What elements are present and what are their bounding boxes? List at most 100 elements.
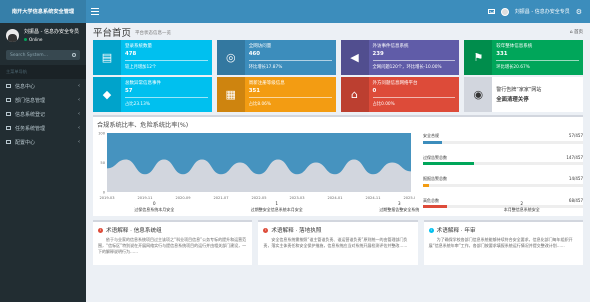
folder-icon <box>6 126 11 130</box>
folder-icon <box>6 84 11 88</box>
breadcrumb[interactable]: ⌂ 首页 <box>570 29 583 35</box>
panel-title-text: 术语解释 · 信息系统组 <box>106 228 162 234</box>
stat-tile[interactable]: ◉ 警行告牌“家家”网站 全面清理关停 <box>464 77 583 112</box>
progress-fill <box>423 183 430 187</box>
chart-footer: 0 过保信息系统本月安全 1 过期整安全信息系统本月安全 3 过期整报告整安全系统 2 本月整… <box>93 202 583 213</box>
search-icon[interactable] <box>72 53 76 57</box>
panel-body-text: 依于与业家的信息系统项目过主该项之“科业项目信息”公务专标的提升和运营范围，“信… <box>98 237 247 254</box>
tile-value: 351 <box>248 88 261 94</box>
stat-tile[interactable]: ▤ 登录系统数量 478 较上月增加12个 <box>93 40 212 75</box>
app-logo[interactable]: 南开大学信息系统安全管理 <box>0 0 86 23</box>
folder-icon <box>6 112 11 116</box>
sidebar-item-info-center[interactable]: 信息中心 ‹ <box>0 79 86 93</box>
stat-value: 14/457 <box>568 176 583 181</box>
footer-stat-label: 过期整报告整安全系统 <box>379 207 420 212</box>
tile-label: 外访事件信息系统 <box>372 44 409 49</box>
tile-body: 警行告牌“家家”网站 全面清理关停 <box>492 77 583 112</box>
info-icon: i <box>428 227 434 233</box>
main-content: 平台首页 平台状态信息一览 ⌂ 首页 ▤ 登录系统数量 478 较上月增加12个 ◎ 全网… <box>86 23 590 302</box>
stat-tile[interactable]: ◆ 总数异常信息事件 57 占比23.13% <box>93 77 212 112</box>
tile-label: 周新注册等级信息 <box>248 81 285 86</box>
x-tick-label: 2019-11 <box>137 196 152 200</box>
tile-footer: 环比增长20.67% <box>496 65 530 71</box>
explanation-panel: i 术语解释 · 年审 为了确保学校各部门信息系统能够持续符合安全要求，信息化部门每… <box>423 220 583 265</box>
x-tick-label: 2024-01 <box>327 196 342 200</box>
folder-icon <box>6 140 11 144</box>
stat-tile[interactable]: ◎ 全网访问量 460 环比增长17.87% <box>216 40 336 75</box>
y-tick-label: 50 <box>100 161 105 165</box>
page-title: 平台首页 <box>93 27 132 39</box>
menu-header: 主菜单导航 <box>0 65 86 79</box>
info-icon: i <box>98 227 103 233</box>
globe-icon: ◎ <box>216 40 245 75</box>
panel-title-text: 术语解释 · 落地执照 <box>271 228 322 234</box>
top-user-name[interactable]: 刘振昌 - 信息办安全专员 <box>515 8 570 15</box>
clipboard-icon: ▤ <box>93 40 121 75</box>
x-tick-label: 2019-03 <box>99 196 114 200</box>
eye-slash-icon: ◉ <box>464 77 493 112</box>
sidebar-item-departments[interactable]: 部门信息管理 ‹ <box>0 93 86 107</box>
chart-title: 合规系统比率、危险系统比率(%) <box>97 122 189 129</box>
sidebar: 刘振昌 - 信息办安全专员 Online Search System... 主菜… <box>0 23 86 302</box>
sidebar-toggle-icon[interactable] <box>91 8 99 15</box>
info-icon: i <box>263 227 269 233</box>
tile-body: 周新注册等级信息 351 占比8.06% <box>245 77 336 112</box>
panel-body-text: 安全信息系统需按照“谁主管谁负责、谁运营谁负责”原则统一的由管理部门负责，落实主… <box>263 237 408 248</box>
tile-progress <box>248 60 332 62</box>
user-panel: 刘振昌 - 信息办安全专员 Online <box>0 23 86 47</box>
footer-stat: 3 过期整报告整安全系统 <box>338 202 461 213</box>
tile-footer: 占比0.00% <box>372 102 395 108</box>
tile-footer: 全网问题120个，环比增长-10.00% <box>372 65 442 71</box>
sidebar-item-label: 信息系统登记 <box>15 111 46 118</box>
sidebar-item-label: 信息中心 <box>15 83 36 90</box>
stat-tile[interactable]: ▦ 周新注册等级信息 351 占比8.06% <box>216 77 336 112</box>
tile-progress <box>125 97 208 99</box>
sidebar-item-tasks[interactable]: 任务系统管理 ‹ <box>0 121 86 135</box>
stat-tile[interactable]: ◀ 外访事件信息系统 239 全网问题120个，环比增长-10.00% <box>340 40 460 75</box>
sidebar-item-config[interactable]: 配置中心 ‹ <box>0 135 86 149</box>
stat-header: 报报告警总数 14/457 <box>423 176 583 182</box>
progress-stat: 过保告警总数 147/457 <box>423 154 583 165</box>
avatar[interactable] <box>500 7 509 16</box>
x-tick-label: 2021-07 <box>213 196 228 200</box>
progress-track <box>423 162 583 165</box>
tile-value: 57 <box>125 88 133 94</box>
tile-label: 外方问题信息网络平台 <box>372 81 418 86</box>
chart-box: 合规系统比率、危险系统比率(%) 0 50 100 2019-03 2019-11 202… <box>93 115 583 216</box>
gear-icon[interactable]: ⚙ <box>576 8 582 16</box>
x-tick-label: 2020-09 <box>175 196 191 200</box>
status-label: Online <box>29 37 43 42</box>
tile-progress <box>248 97 332 99</box>
stat-tile[interactable]: ⚑ 较年整体信息系统 331 环比增长20.67% <box>464 40 583 75</box>
stat-value: 57/457 <box>568 133 583 138</box>
user-avatar <box>6 28 19 42</box>
stat-tile[interactable]: ⌂ 外方问题信息网络平台 0 占比0.00% <box>340 77 460 112</box>
panel-title-text: 术语解释 · 年审 <box>436 228 476 234</box>
panel-title: i 术语解释 · 年审 <box>428 226 578 234</box>
tile-label: 较年整体信息系统 <box>496 44 533 49</box>
mail-icon[interactable] <box>487 9 495 14</box>
panel-title: i 术语解释 · 落地执照 <box>263 226 412 234</box>
info-tiles: ▤ 登录系统数量 478 较上月增加12个 ◎ 全网访问量 460 环比增长17.87% ◀ 外访… <box>93 40 583 112</box>
y-tick-label: 100 <box>98 132 106 136</box>
sidebar-item-system-registry[interactable]: 信息系统登记 ‹ <box>0 107 86 121</box>
progress-track <box>423 140 583 144</box>
megaphone-icon: ◀ <box>340 40 369 75</box>
online-status: Online <box>24 37 79 42</box>
tile-value: 0 <box>372 88 377 94</box>
folder-icon <box>6 98 11 102</box>
tile-value: 239 <box>372 51 384 57</box>
y-tick-label: 0 <box>103 191 106 195</box>
top-navbar: 南开大学信息系统安全管理 刘振昌 - 信息办安全专员 ⚙ <box>0 0 590 23</box>
panel-title: i 术语解释 · 信息系统组 <box>98 226 247 234</box>
footer-stat: 1 过期整安全信息系统本月安全 <box>216 202 339 213</box>
stat-header: 安全合规 57/457 <box>423 133 583 139</box>
stat-label: 过保告警总数 <box>423 154 447 160</box>
progress-stat: 报报告警总数 14/457 <box>423 176 583 187</box>
footer-stat: 0 过保信息系统本月安全 <box>93 202 216 213</box>
search-input[interactable]: Search System... <box>6 50 80 60</box>
tile-progress <box>125 60 208 62</box>
footer-stat-label: 过保信息系统本月安全 <box>134 207 175 212</box>
breadcrumb-label: 首页 <box>574 29 583 35</box>
chevron-left-icon: ‹ <box>78 97 80 103</box>
